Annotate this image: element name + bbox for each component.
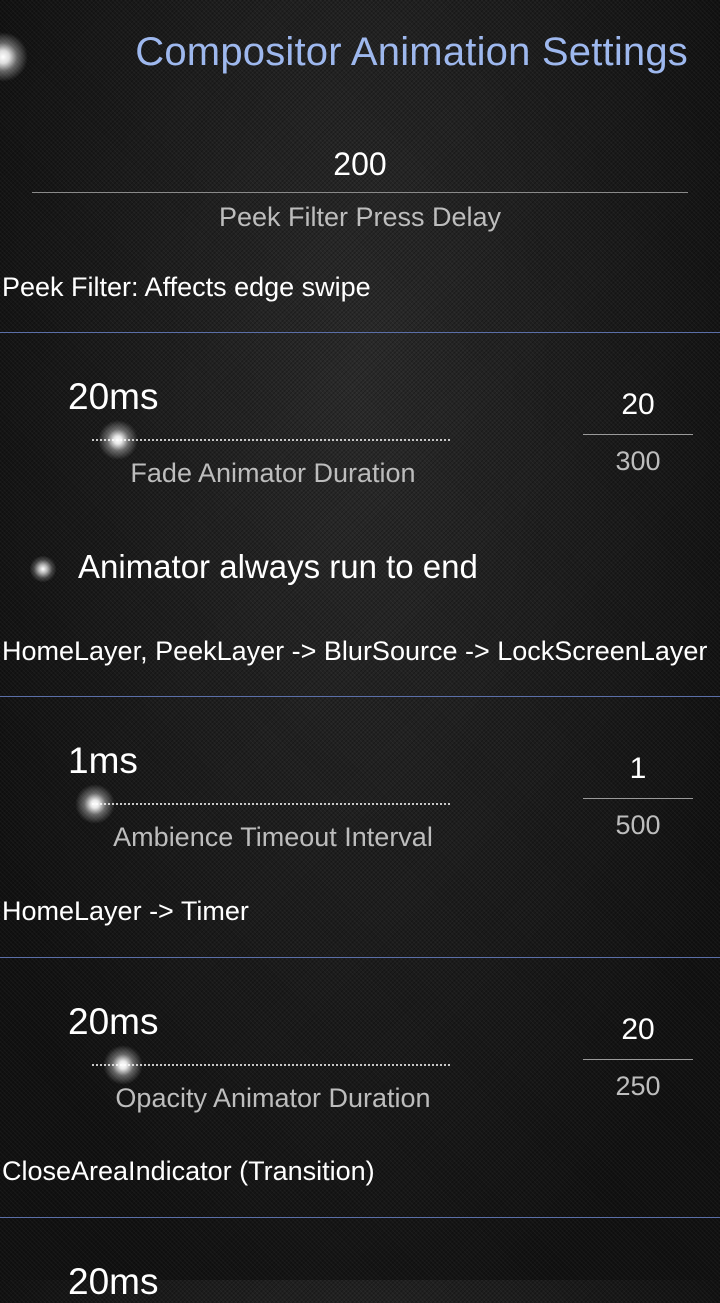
slider-handle-icon[interactable] (97, 420, 138, 460)
ambience-timeout-label: Ambience Timeout Interval (113, 822, 433, 852)
peek-filter-input-underline (32, 192, 688, 193)
slider-handle-icon[interactable] (74, 784, 115, 824)
page-title: Compositor Animation Settings (135, 30, 688, 74)
opacity-animator-value: 20ms (68, 1001, 159, 1042)
peek-filter-description: Peek Filter: Affects edge swipe (2, 272, 371, 302)
ambience-timeout-max: 500 (615, 810, 661, 840)
ambience-timeout-track[interactable] (92, 803, 450, 805)
fade-animator-track[interactable] (92, 439, 450, 441)
opacity-animator-description: CloseAreaIndicator (Transition) (2, 1156, 375, 1186)
ambience-timeout-input[interactable]: 1 (583, 752, 693, 786)
peek-filter-input[interactable]: 200 (32, 146, 688, 183)
opacity-animator-input-underline (583, 1059, 693, 1060)
section-separator (0, 696, 720, 697)
pulley-menu-indicator-icon[interactable] (0, 32, 28, 82)
slider-handle-icon[interactable] (102, 1045, 143, 1085)
opacity-animator-track[interactable] (92, 1064, 450, 1066)
opacity-animator-input[interactable]: 20 (583, 1013, 693, 1047)
switch-label[interactable]: Animator always run to end (78, 548, 478, 586)
switch-indicator-icon[interactable] (30, 556, 56, 582)
opacity-animator-label: Opacity Animator Duration (115, 1083, 431, 1113)
ambience-timeout-input-underline (583, 798, 693, 799)
ambience-timeout-description: HomeLayer -> Timer (2, 896, 249, 926)
opacity-animator-max: 250 (615, 1071, 661, 1101)
fade-animator-max: 300 (615, 446, 661, 476)
next-slider-value: 20ms (68, 1261, 159, 1302)
peek-filter-label: Peek Filter Press Delay (218, 202, 502, 232)
section-separator (0, 1217, 720, 1218)
section-separator (0, 957, 720, 958)
fade-animator-value: 20ms (68, 376, 159, 417)
section-separator (0, 332, 720, 333)
ambience-timeout-value: 1ms (68, 740, 138, 781)
fade-animator-input[interactable]: 20 (583, 388, 693, 422)
fade-animator-input-underline (583, 434, 693, 435)
fade-animator-label: Fade Animator Duration (130, 458, 416, 488)
fade-animator-description: HomeLayer, PeekLayer -> BlurSource -> Lo… (2, 636, 708, 666)
